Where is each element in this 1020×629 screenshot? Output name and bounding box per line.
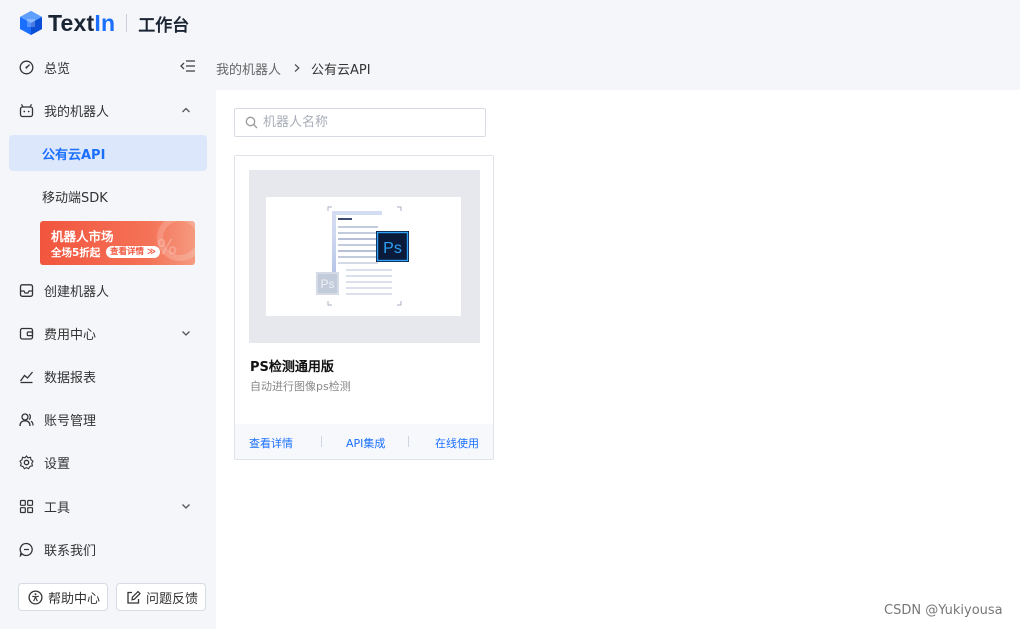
nav-tools-label: 工具: [44, 500, 71, 516]
feedback-label: 问题反馈: [146, 591, 199, 607]
robot-card-description: 自动进行图像ps检测: [250, 380, 351, 393]
brand-name[interactable]: TextIn: [48, 10, 115, 37]
edit-icon: [126, 590, 141, 605]
action-divider: [321, 436, 322, 447]
chevron-down-icon: [182, 331, 190, 336]
robot-market-promo-banner[interactable]: % 机器人市场 全场5折起 查看详情 ≫: [40, 221, 195, 265]
promo-title: 机器人市场: [51, 229, 114, 244]
online-use-link[interactable]: 在线使用: [435, 435, 479, 451]
nav-my-robots-label: 我的机器人: [44, 104, 110, 120]
nav-settings[interactable]: 设置: [0, 442, 215, 482]
view-details-link[interactable]: 查看详情: [249, 435, 293, 451]
nav-contact-label: 联系我们: [44, 543, 97, 559]
chat-bubble-icon: [19, 542, 34, 557]
nav-account[interactable]: 账号管理: [0, 399, 215, 439]
help-center-label: 帮助中心: [48, 591, 101, 607]
brand-divider: [126, 14, 128, 32]
nav-billing[interactable]: 费用中心: [0, 313, 215, 353]
document-photoshop-icon: Ps Ps: [316, 206, 409, 306]
nav-tools[interactable]: 工具: [0, 486, 215, 526]
robot-search-input[interactable]: [263, 115, 473, 130]
chevron-right-icon: [292, 63, 302, 73]
watermark: CSDN @Yukiyousa: [884, 603, 1003, 618]
users-icon: [19, 412, 34, 427]
chart-icon: [19, 369, 34, 384]
nav-reports[interactable]: 数据报表: [0, 356, 215, 396]
wallet-icon: [19, 326, 34, 341]
promo-view-details-button[interactable]: 查看详情 ≫: [106, 246, 160, 258]
nav-settings-label: 设置: [44, 456, 71, 472]
action-divider: [408, 436, 409, 447]
breadcrumb: 我的机器人 公有云API: [216, 46, 1020, 90]
percent-icon: %: [156, 235, 177, 259]
robot-card[interactable]: Ps Ps PS检测通用版 自动进行图像ps检测 查看详情 API集成 在线使用: [234, 155, 494, 460]
nav-contact[interactable]: 联系我们: [0, 529, 215, 569]
nav-create-robot[interactable]: 创建机器人: [0, 270, 215, 310]
svg-text:Ps: Ps: [383, 240, 402, 257]
robot-card-thumbnail: Ps Ps: [249, 170, 480, 343]
robot-icon: [19, 103, 34, 118]
nav-my-robots[interactable]: 我的机器人: [0, 90, 215, 130]
help-center-button[interactable]: 帮助中心: [18, 583, 109, 611]
chevron-up-icon: [182, 107, 190, 113]
ps-illustration: Ps Ps: [266, 197, 461, 316]
inbox-icon: [19, 283, 34, 298]
feedback-button[interactable]: 问题反馈: [116, 583, 207, 611]
nav-billing-label: 费用中心: [44, 327, 97, 343]
sidebar-footer: 帮助中心 问题反馈: [18, 583, 207, 611]
nav-reports-label: 数据报表: [44, 370, 97, 386]
gear-icon: [19, 454, 34, 470]
api-integration-link[interactable]: API集成: [346, 435, 385, 451]
nav-account-label: 账号管理: [44, 413, 97, 429]
sidebar: 总览 我的机器人 公有云API 移动端SDK % 机器人市场 全场5折起 查看详…: [0, 46, 215, 629]
dashboard-icon: [19, 60, 34, 75]
top-header: TextIn 工作台: [0, 0, 1020, 46]
search-icon: [245, 116, 258, 129]
accessibility-icon: [28, 589, 43, 605]
nav-create-robot-label: 创建机器人: [44, 284, 110, 300]
breadcrumb-parent[interactable]: 我的机器人: [216, 59, 281, 78]
workspace-title: 工作台: [138, 15, 190, 36]
nav-overview-label: 总览: [44, 61, 71, 77]
sidebar-item-public-cloud-api[interactable]: 公有云API: [9, 135, 207, 171]
collapse-sidebar-icon[interactable]: [180, 59, 196, 73]
chevron-down-icon: [182, 504, 190, 509]
sidebar-item-mobile-sdk[interactable]: 移动端SDK: [9, 178, 207, 214]
textin-logo-icon[interactable]: [18, 10, 44, 36]
robot-card-title: PS检测通用版: [250, 360, 334, 375]
svg-text:Ps: Ps: [320, 277, 334, 291]
main-content: Ps Ps PS检测通用版 自动进行图像ps检测 查看详情: [216, 90, 1020, 629]
robot-search-box[interactable]: [234, 108, 486, 137]
robot-card-actions: 查看详情 API集成 在线使用: [235, 424, 493, 459]
breadcrumb-current: 公有云API: [311, 62, 371, 78]
promo-subtitle: 全场5折起: [51, 247, 101, 259]
grid-icon: [19, 499, 34, 514]
